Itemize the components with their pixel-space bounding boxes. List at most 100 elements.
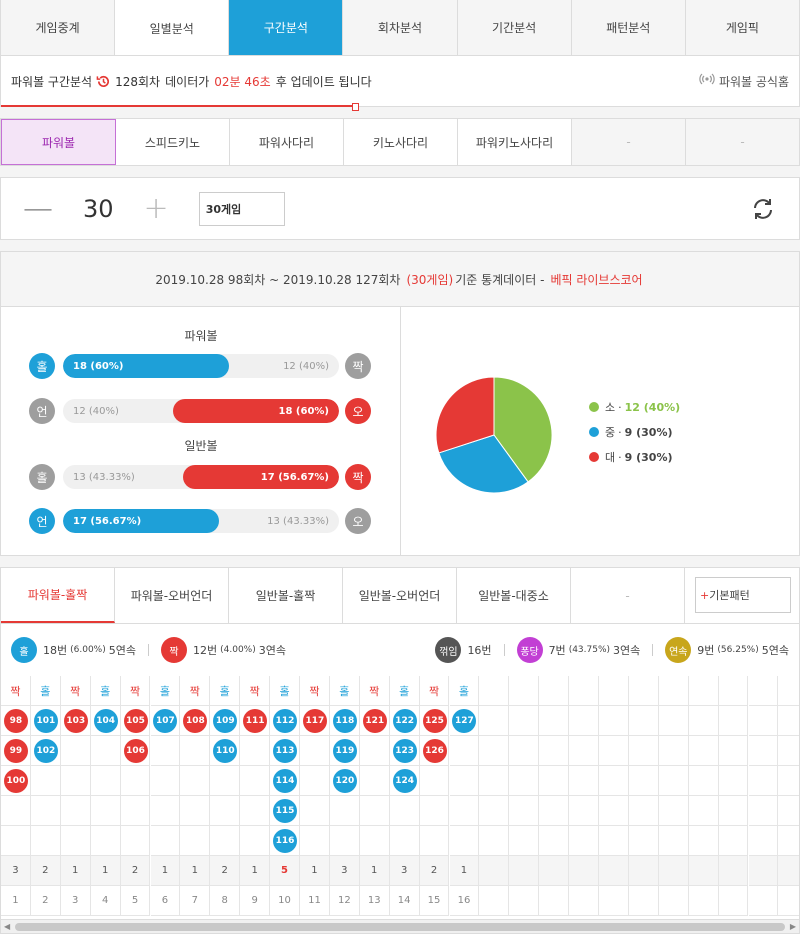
game-count-select[interactable]: 30게임 — [198, 191, 285, 226]
tab-1[interactable]: 게임중계 — [1, 0, 116, 55]
column-index — [778, 886, 799, 916]
grid-cell — [419, 766, 450, 796]
result-ball: 113 — [273, 739, 298, 763]
grid-cell — [748, 736, 779, 766]
column-head — [628, 676, 659, 706]
grid-cell — [628, 826, 659, 856]
tab-3[interactable]: 구간분석 — [229, 0, 344, 55]
legend-dot — [589, 427, 599, 437]
pattern-summary: 홀 18번 (6.00%) 5연속 짝 12번 (4.00%) 3연속 꺾임 16번 퐁당 7번 (43… — [1, 624, 799, 676]
left-badge: 홀 — [29, 353, 55, 379]
broadcast-icon — [699, 72, 715, 90]
summary-cont-count: 9번 — [697, 644, 715, 657]
streak-count: 1 — [359, 856, 390, 886]
column-index — [479, 886, 510, 916]
grid-cell — [449, 766, 480, 796]
grid-cell — [419, 796, 450, 826]
grid-cell — [479, 796, 510, 826]
horizontal-scrollbar[interactable]: ◀ ▶ — [1, 919, 799, 933]
basic-pattern-button[interactable]: + 기본패턴 — [695, 577, 791, 613]
grid-cell — [359, 766, 390, 796]
result-ball: 104 — [93, 709, 118, 733]
summary-flip-icon: 꺾임 — [435, 637, 462, 663]
column-index — [658, 886, 689, 916]
result-ball: 103 — [63, 709, 88, 733]
grid-cell — [628, 736, 659, 766]
normal-title: 일반볼 — [184, 439, 218, 453]
official-link[interactable]: 파워볼 공식홈 — [699, 72, 789, 90]
tab-2[interactable]: 일별분석 — [115, 0, 230, 56]
right-badge: 오 — [345, 398, 371, 424]
column-head — [509, 676, 540, 706]
result-ball: 106 — [123, 739, 148, 763]
streak-count: 1 — [240, 856, 271, 886]
grid-cell — [778, 706, 799, 736]
game-tab-4[interactable]: 키노사다리 — [344, 119, 458, 165]
game-tab-7[interactable]: - — [686, 119, 799, 165]
summary-cont: 연속 9번 (56.25%) 5연속 — [665, 637, 789, 663]
grid-cell — [628, 766, 659, 796]
column-head: 짝 — [359, 676, 390, 706]
pattern-tab-5[interactable]: 일반볼-대중소 — [457, 568, 571, 623]
game-tab-3[interactable]: 파워사다리 — [230, 119, 344, 165]
tab-5[interactable]: 기간분석 — [457, 0, 572, 55]
pattern-tab-3[interactable]: 일반볼-홀짝 — [229, 568, 343, 623]
grid-cell — [210, 796, 241, 826]
column-head: 짝 — [1, 676, 31, 706]
increase-button[interactable]: + — [144, 191, 169, 226]
grid-cell — [658, 736, 689, 766]
game-tab-6[interactable]: - — [572, 119, 686, 165]
grid-cell — [539, 826, 570, 856]
scroll-right-icon[interactable]: ▶ — [790, 922, 796, 931]
result-ball: 101 — [33, 709, 58, 733]
grid-cell — [1, 796, 31, 826]
grid-cell — [599, 706, 629, 736]
grid-cell — [240, 736, 271, 766]
grid-cell — [180, 766, 211, 796]
grid-cell — [778, 736, 799, 766]
legend-dot — [589, 402, 599, 412]
game-count-bar: — 30 + 30게임 — [0, 177, 800, 240]
game-tab-1[interactable]: 파워볼 — [1, 119, 116, 165]
summary-pong-pct: (43.75%) — [568, 645, 611, 655]
column-head: 홀 — [389, 676, 420, 706]
pattern-tab-6[interactable]: - — [571, 568, 685, 623]
refresh-icon[interactable] — [749, 195, 777, 223]
pattern-tab-1[interactable]: 파워볼-홀짝 — [1, 568, 115, 623]
result-ball: 117 — [302, 709, 327, 733]
result-ball: 98 — [3, 709, 28, 733]
pattern-tab-4[interactable]: 일반볼-오버언더 — [343, 568, 457, 623]
streak-count: 2 — [30, 856, 61, 886]
history-icon — [96, 74, 111, 89]
ratio-rest: 12 (40%) — [73, 405, 119, 417]
right-badge: 짝 — [345, 353, 371, 379]
grid-cell — [120, 796, 151, 826]
column-head: 짝 — [60, 676, 91, 706]
summary-cont-streak: 5연속 — [761, 644, 789, 657]
grid-cell — [389, 826, 420, 856]
game-tab-2[interactable]: 스피드키노 — [116, 119, 230, 165]
pattern-tab-2[interactable]: 파워볼-오버언더 — [115, 568, 229, 623]
top-nav: 게임중계 일별분석 구간분석 회차분석 기간분석 패턴분석 게임픽 — [0, 0, 800, 56]
legend-value: 9 (30%) — [624, 450, 673, 464]
pattern-tabs: 파워볼-홀짝 파워볼-오버언더 일반볼-홀짝 일반볼-오버언더 일반볼-대중소 - + 기본패… — [1, 568, 799, 624]
column-index: 15 — [419, 886, 450, 916]
tab-4[interactable]: 회차분석 — [343, 0, 458, 55]
scroll-thumb[interactable] — [15, 923, 785, 931]
scroll-left-icon[interactable]: ◀ — [4, 922, 10, 931]
countdown: 02분 46초 — [214, 74, 271, 89]
official-label: 파워볼 공식홈 — [718, 74, 789, 89]
tab-7[interactable]: 게임픽 — [685, 0, 799, 55]
game-tab-5[interactable]: 파워키노사다리 — [458, 119, 572, 165]
tab-6[interactable]: 패턴분석 — [571, 0, 686, 55]
grid-cell — [688, 736, 719, 766]
streak-count: 3 — [1, 856, 31, 886]
streak-count: 1 — [90, 856, 121, 886]
column-head: 짝 — [180, 676, 211, 706]
divider — [503, 644, 505, 656]
summary-even-pct: (4.00%) — [220, 645, 256, 655]
decrease-button[interactable]: — — [23, 191, 53, 226]
column-index — [748, 886, 779, 916]
ratio-row: 홀 18 (60%) 12 (40%) 짝 — [29, 351, 374, 381]
grid-cell — [479, 826, 510, 856]
